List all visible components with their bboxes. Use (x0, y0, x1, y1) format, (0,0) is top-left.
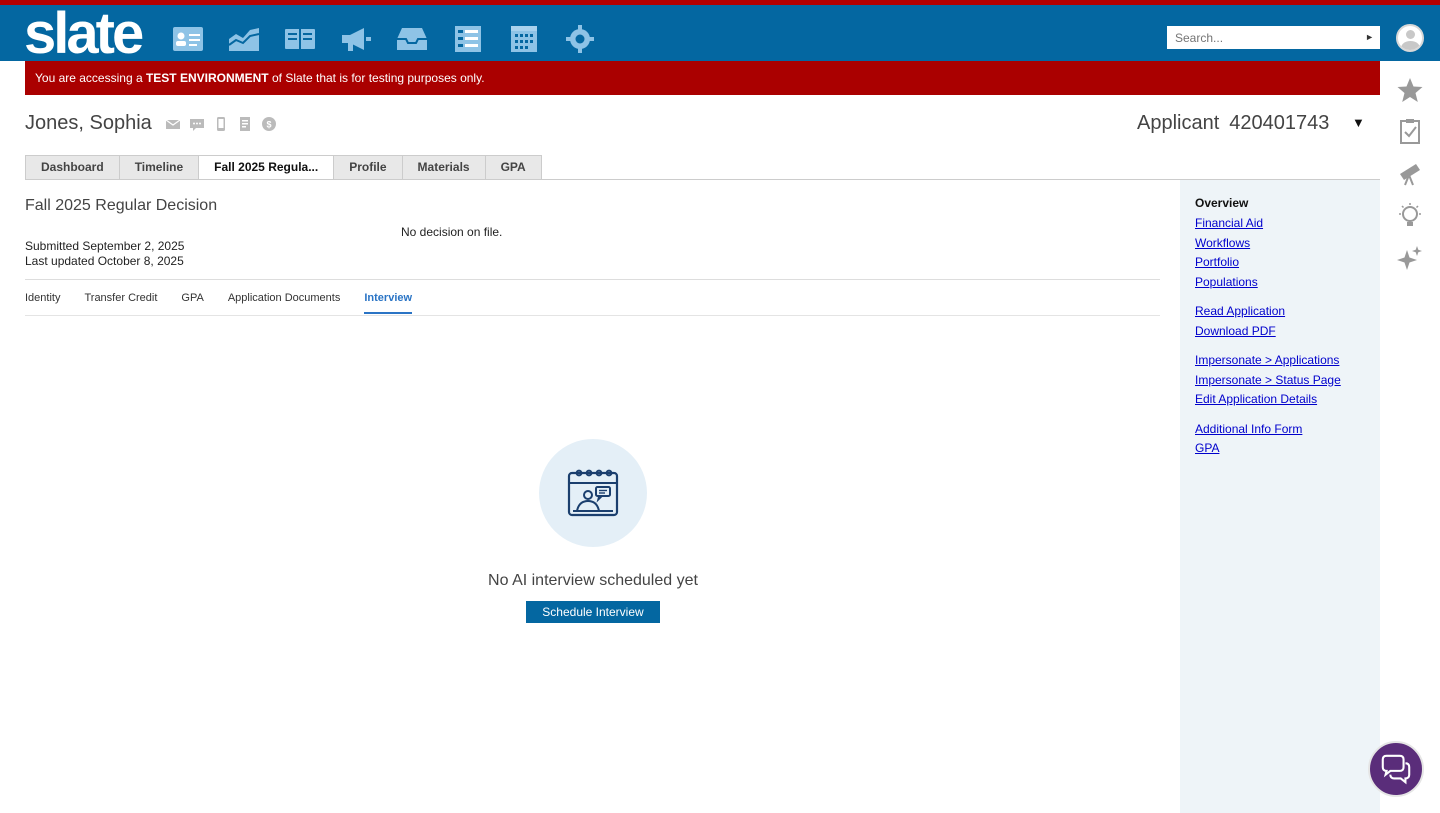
global-search[interactable]: ► (1167, 26, 1380, 49)
search-submit-icon[interactable]: ► (1365, 32, 1374, 42)
right-utility-rail (1380, 61, 1440, 813)
inbox-icon[interactable] (396, 23, 428, 55)
section-divider (25, 279, 1160, 280)
subtab-interview[interactable]: Interview (364, 292, 413, 314)
megaphone-icon[interactable] (340, 23, 372, 55)
calendar-icon[interactable] (508, 23, 540, 55)
banner-suffix: of Slate that is for testing purposes on… (268, 71, 485, 85)
clipboard-check-icon[interactable] (1397, 118, 1423, 144)
link-edit-application-details[interactable]: Edit Application Details (1195, 392, 1365, 407)
test-environment-banner: You are accessing a TEST ENVIRONMENT of … (25, 61, 1380, 95)
tab-materials[interactable]: Materials (401, 155, 485, 180)
link-gpa[interactable]: GPA (1195, 441, 1365, 456)
schedule-interview-button[interactable]: Schedule Interview (526, 601, 660, 623)
record-name: Jones, Sophia (25, 112, 152, 134)
main-nav-icons (172, 23, 620, 55)
overview-side-panel: Overview Financial Aid Workflows Portfol… (1180, 180, 1380, 813)
subtab-identity[interactable]: Identity (25, 292, 60, 314)
link-impersonate-applications[interactable]: Impersonate > Applications (1195, 353, 1365, 368)
link-populations[interactable]: Populations (1195, 275, 1365, 290)
gear-icon[interactable] (564, 23, 596, 55)
tab-application[interactable]: Fall 2025 Regula... (198, 155, 334, 180)
link-download-pdf[interactable]: Download PDF (1195, 324, 1365, 339)
submitted-date: Submitted September 2, 2025 (25, 239, 185, 253)
side-panel-title: Overview (1195, 196, 1249, 210)
tabs-divider (25, 179, 1380, 180)
record-id: 420401743 (1229, 112, 1330, 134)
document-icon[interactable] (238, 117, 252, 131)
tab-gpa[interactable]: GPA (484, 155, 542, 180)
link-portfolio[interactable]: Portfolio (1195, 255, 1365, 270)
updated-date: Last updated October 8, 2025 (25, 254, 184, 268)
banner-prefix: You are accessing a (35, 71, 146, 85)
calendar-interview-icon (567, 469, 619, 517)
application-dates: Submitted September 2, 2025 Last updated… (25, 239, 184, 269)
tab-dashboard[interactable]: Dashboard (25, 155, 119, 180)
subtab-application-documents[interactable]: Application Documents (228, 292, 341, 314)
user-avatar[interactable] (1396, 24, 1424, 52)
application-title: Fall 2025 Regular Decision (25, 197, 218, 214)
chat-icon (1381, 754, 1411, 785)
chat-support-button[interactable] (1368, 741, 1424, 797)
contact-icons: $ (165, 117, 286, 131)
banner-bold: TEST ENVIRONMENT (145, 71, 269, 85)
record-menu-dropdown-icon[interactable]: ▼ (1352, 115, 1365, 130)
chart-icon[interactable] (228, 23, 260, 55)
star-icon[interactable] (1397, 77, 1423, 103)
records-icon[interactable] (172, 23, 204, 55)
tab-timeline[interactable]: Timeline (118, 155, 199, 180)
record-type: Applicant (1137, 112, 1220, 134)
application-subtabs: Identity Transfer Credit GPA Application… (25, 292, 436, 314)
phone-icon[interactable] (214, 117, 228, 131)
top-navigation-bar: slate ► (0, 1, 1440, 66)
subtab-gpa[interactable]: GPA (181, 292, 203, 314)
link-additional-info-form[interactable]: Additional Info Form (1195, 422, 1365, 437)
email-icon[interactable] (165, 117, 181, 131)
book-icon[interactable] (284, 23, 316, 55)
search-input[interactable] (1167, 26, 1357, 49)
link-impersonate-status-page[interactable]: Impersonate > Status Page (1195, 373, 1365, 388)
link-workflows[interactable]: Workflows (1195, 236, 1365, 251)
link-read-application[interactable]: Read Application (1195, 304, 1365, 319)
subtabs-divider (25, 315, 1160, 316)
lightbulb-icon[interactable] (1397, 203, 1423, 229)
svg-text:$: $ (266, 120, 271, 130)
record-type-id: Applicant 420401743 (1137, 112, 1329, 135)
sparkle-icon[interactable] (1397, 245, 1423, 271)
payment-icon[interactable]: $ (262, 117, 276, 131)
interview-empty-illustration (539, 439, 647, 547)
list-icon[interactable] (452, 23, 484, 55)
sms-icon[interactable] (190, 117, 204, 131)
subtab-transfer-credit[interactable]: Transfer Credit (84, 292, 157, 314)
telescope-icon[interactable] (1397, 160, 1423, 186)
slate-logo[interactable]: slate (24, 1, 144, 67)
record-tabs: Dashboard Timeline Fall 2025 Regula... P… (25, 155, 542, 180)
decision-status: No decision on file. (401, 225, 503, 239)
interview-empty-message: No AI interview scheduled yet (488, 572, 698, 589)
link-financial-aid[interactable]: Financial Aid (1195, 216, 1365, 231)
tab-profile[interactable]: Profile (333, 155, 402, 180)
